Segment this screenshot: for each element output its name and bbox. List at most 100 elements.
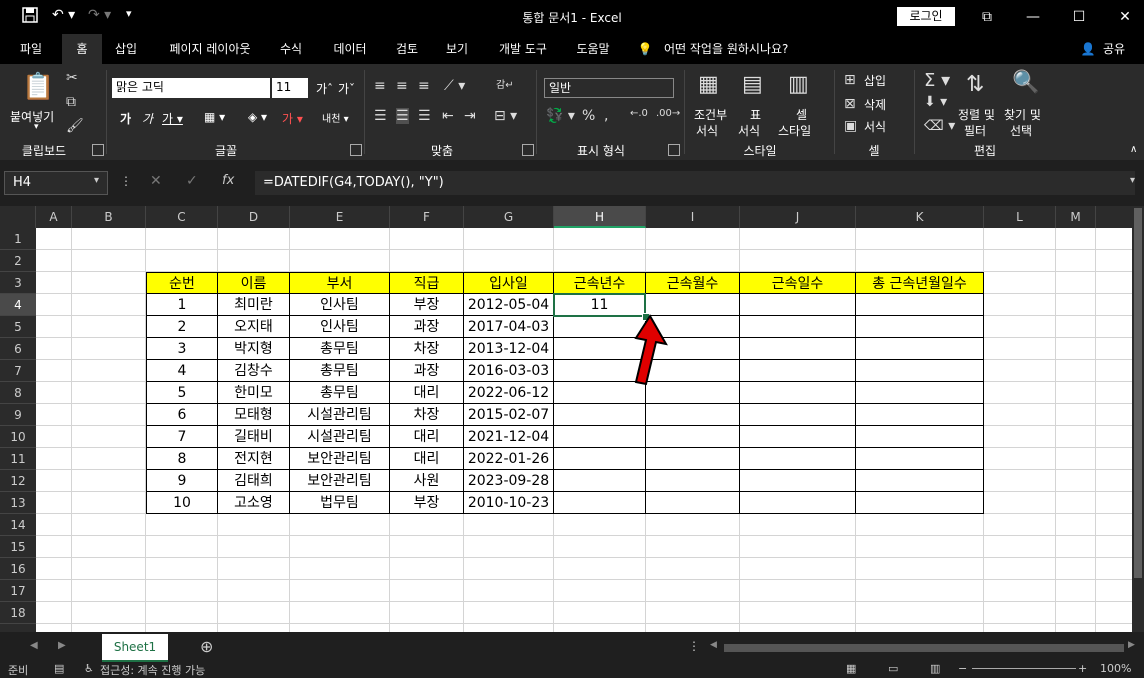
table-header-cell[interactable]: 부서 <box>290 272 390 294</box>
table-cell[interactable]: 길태비 <box>218 426 290 448</box>
table-cell[interactable] <box>646 294 740 316</box>
table-cell[interactable]: 김창수 <box>218 360 290 382</box>
table-cell[interactable]: 과장 <box>390 316 464 338</box>
minimize-icon[interactable]: — <box>1018 5 1048 29</box>
tab-data[interactable]: 데이터 <box>324 34 376 64</box>
format-painter-icon[interactable]: 🖌 <box>66 118 84 134</box>
table-cell[interactable]: 대리 <box>390 426 464 448</box>
align-top-icon[interactable]: ≡ <box>374 78 386 94</box>
table-cell[interactable] <box>856 294 984 316</box>
page-break-view-icon[interactable]: ▥ <box>930 662 940 675</box>
table-cell[interactable] <box>740 470 856 492</box>
border-icon[interactable]: ▦ ▾ <box>204 110 225 124</box>
increase-decimal-icon[interactable]: ←.0 <box>630 108 648 119</box>
table-cell[interactable]: 총무팀 <box>290 360 390 382</box>
font-launcher-icon[interactable] <box>350 144 362 156</box>
cell-grid[interactable]: 순번 이름 부서 직급 입사일 근속년수 근속월수 근속일수 총 근속년월일수 1 최미란 인사팀 부장… <box>36 228 1132 632</box>
column-header-j[interactable]: J <box>740 206 856 228</box>
font-color-icon[interactable]: 가 ▾ <box>282 110 303 127</box>
table-cell[interactable]: 박지형 <box>218 338 290 360</box>
table-cell[interactable] <box>856 316 984 338</box>
page-layout-view-icon[interactable]: ▭ <box>888 662 898 675</box>
table-cell[interactable]: 부장 <box>390 294 464 316</box>
zoom-in-icon[interactable]: + <box>1078 662 1087 675</box>
align-center-icon[interactable]: ☰ <box>396 108 409 124</box>
delete-cells-button[interactable]: 삭제 <box>864 96 886 113</box>
fill-icon[interactable]: ⬇ ▾ <box>924 94 947 110</box>
table-cell[interactable]: 최미란 <box>218 294 290 316</box>
column-header-b[interactable]: B <box>72 206 146 228</box>
table-cell[interactable]: 2021-12-04 <box>464 426 554 448</box>
table-cell[interactable]: 인사팀 <box>290 294 390 316</box>
column-header-g[interactable]: G <box>464 206 554 228</box>
table-cell[interactable] <box>740 492 856 514</box>
wrap-text-icon[interactable]: 감↵ <box>496 76 514 91</box>
sort-filter-button-line2[interactable]: 필터 <box>964 122 986 139</box>
font-size-select[interactable]: 11 <box>272 78 308 98</box>
conditional-format-button-line2[interactable]: 서식 <box>696 122 718 139</box>
format-as-table-icon[interactable]: ▤ <box>742 72 763 97</box>
row-header-4[interactable]: 4 <box>0 294 36 316</box>
table-cell[interactable]: 대리 <box>390 448 464 470</box>
format-as-table-button[interactable]: 표 <box>750 106 761 123</box>
clipboard-icon[interactable]: 📋 <box>22 72 54 102</box>
scroll-left-icon[interactable]: ◀ <box>710 640 717 650</box>
increase-indent-icon[interactable]: ⇥ <box>464 108 476 124</box>
table-cell[interactable] <box>646 404 740 426</box>
table-cell[interactable] <box>740 426 856 448</box>
zoom-level[interactable]: 100% <box>1100 662 1131 675</box>
table-cell[interactable]: 총무팀 <box>290 382 390 404</box>
table-cell[interactable]: 한미모 <box>218 382 290 404</box>
tab-help[interactable]: 도움말 <box>566 34 620 64</box>
table-cell[interactable] <box>856 404 984 426</box>
table-cell[interactable]: 2012-05-04 <box>464 294 554 316</box>
table-cell[interactable] <box>740 338 856 360</box>
table-cell[interactable] <box>856 492 984 514</box>
underline-icon[interactable]: 가 ▾ <box>162 110 183 127</box>
table-cell[interactable]: 2010-10-23 <box>464 492 554 514</box>
row-header-11[interactable]: 11 <box>0 448 36 470</box>
table-cell[interactable]: 1 <box>146 294 218 316</box>
tab-home[interactable]: 홈 <box>62 34 102 64</box>
table-cell[interactable]: 김태희 <box>218 470 290 492</box>
row-header-9[interactable]: 9 <box>0 404 36 426</box>
table-cell[interactable] <box>856 360 984 382</box>
table-cell[interactable] <box>554 426 646 448</box>
table-cell[interactable]: 9 <box>146 470 218 492</box>
scroll-right-icon[interactable]: ▶ <box>1128 640 1135 650</box>
column-header-i[interactable]: I <box>646 206 740 228</box>
clear-icon[interactable]: ⌫ ▾ <box>924 118 955 134</box>
table-cell[interactable]: 2017-04-03 <box>464 316 554 338</box>
row-header-8[interactable]: 8 <box>0 382 36 404</box>
table-cell[interactable]: 2023-09-28 <box>464 470 554 492</box>
name-box[interactable]: H4 <box>4 171 108 195</box>
table-cell[interactable] <box>646 492 740 514</box>
sheet-tab-sheet1[interactable]: Sheet1 <box>102 634 168 662</box>
table-cell[interactable] <box>740 448 856 470</box>
table-cell[interactable]: 7 <box>146 426 218 448</box>
number-launcher-icon[interactable] <box>668 144 680 156</box>
table-header-cell[interactable]: 총 근속년월일수 <box>856 272 984 294</box>
table-cell[interactable] <box>856 382 984 404</box>
cancel-entry-icon[interactable]: ✕ <box>150 173 162 189</box>
table-cell[interactable] <box>554 492 646 514</box>
tab-view[interactable]: 보기 <box>436 34 478 64</box>
table-cell[interactable] <box>554 470 646 492</box>
table-cell[interactable] <box>554 448 646 470</box>
increase-font-icon[interactable]: 가ˆ <box>316 80 333 97</box>
column-header-f[interactable]: F <box>390 206 464 228</box>
normal-view-icon[interactable]: ▦ <box>846 662 856 675</box>
table-cell[interactable] <box>856 426 984 448</box>
table-cell[interactable] <box>856 470 984 492</box>
table-header-cell[interactable]: 근속년수 <box>554 272 646 294</box>
table-cell[interactable] <box>646 448 740 470</box>
table-cell[interactable]: 5 <box>146 382 218 404</box>
macro-record-icon[interactable]: ▤ <box>54 662 64 675</box>
format-cells-button[interactable]: 서식 <box>864 118 886 135</box>
table-cell[interactable]: 2022-01-26 <box>464 448 554 470</box>
table-cell[interactable]: 차장 <box>390 338 464 360</box>
table-cell[interactable]: 보안관리팀 <box>290 448 390 470</box>
vertical-scroll-thumb[interactable] <box>1134 208 1142 578</box>
row-header-6[interactable]: 6 <box>0 338 36 360</box>
prev-sheet-icon[interactable]: ◀ <box>30 640 38 651</box>
